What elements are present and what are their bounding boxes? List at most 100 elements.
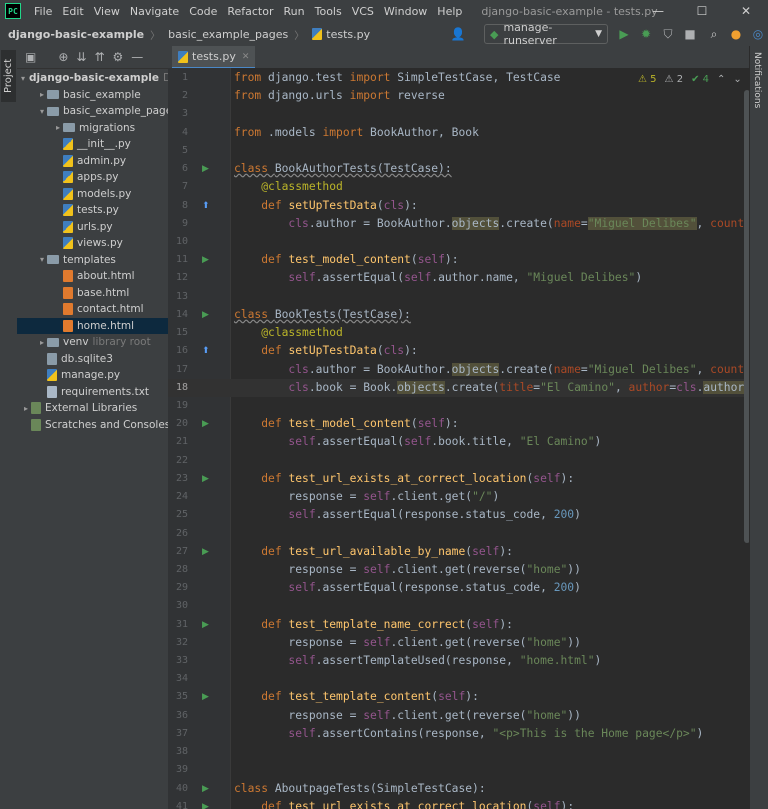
code-line[interactable]: 23 ▶ def test_url_exists_at_correct_locat… [168,470,748,488]
menu-run[interactable]: Run [279,5,310,18]
code-line[interactable]: 15 @classmethod [168,324,748,342]
code-line[interactable]: 32 response = self.client.get(reverse("h… [168,634,748,652]
user-icon[interactable]: 👤 [450,26,466,42]
maximize-window-icon[interactable]: ☐ [680,0,724,22]
tree-item[interactable]: views.py [17,235,168,251]
code-editor[interactable]: 1 from django.test import SimpleTestCase,… [168,68,750,809]
breadcrumb-folder[interactable]: basic_example_pages [160,28,288,41]
chevron-down-icon[interactable]: ▾ [37,255,47,264]
override-icon[interactable]: ⬆ [202,342,210,360]
menu-help[interactable]: Help [432,5,467,18]
code-line[interactable]: 3 [168,105,748,123]
tree-item[interactable]: base.html [17,285,168,301]
code-line[interactable]: 9 cls.author = BookAuthor.objects.create… [168,215,750,233]
code-line[interactable]: 35 ▶ def test_template_content(self): [168,688,748,706]
run-test-icon[interactable]: ▶ [202,780,209,798]
chevron-right-icon[interactable]: ▸ [37,338,47,347]
code-line[interactable]: 12 self.assertEqual(self.author.name, "M… [168,269,748,287]
project-tool-tab[interactable]: Project [1,50,16,102]
code-line[interactable]: 10 [168,233,748,251]
tree-item[interactable]: admin.py [17,153,168,169]
code-line[interactable]: 18 cls.book = Book.objects.create(title=… [168,378,750,397]
tree-item[interactable]: Scratches and Consoles [17,417,168,433]
chevron-down-icon[interactable]: ▾ [21,74,25,83]
chevron-up-icon[interactable]: ⌃ [717,74,725,85]
debug-icon[interactable]: ✹ [638,26,654,42]
run-test-icon[interactable]: ▶ [202,470,209,488]
code-line[interactable]: 14 ▶ class BookTests(TestCase): [168,306,748,324]
run-test-icon[interactable]: ▶ [202,160,209,178]
code-line[interactable]: 19 [168,397,748,415]
minimize-window-icon[interactable]: — [636,0,680,22]
code-line[interactable]: 27 ▶ def test_url_available_by_name(self)… [168,543,748,561]
code-line[interactable]: 40 ▶ class AboutpageTests(SimpleTestCase): [168,780,748,798]
menu-code[interactable]: Code [184,5,222,18]
run-test-icon[interactable]: ▶ [202,306,209,324]
run-test-icon[interactable]: ▶ [202,798,209,809]
expand-all-icon[interactable]: ⇊ [76,50,86,64]
code-line[interactable]: 11 ▶ def test_model_content(self): [168,251,748,269]
tree-item[interactable]: requirements.txt [17,384,168,400]
code-line[interactable]: 39 [168,761,748,779]
inspection-widget[interactable]: ⚠ 5 ⚠ 2 ✔ 4 ⌃ ⌄ [638,74,742,85]
search-icon[interactable]: ⌕ [706,26,722,42]
code-line[interactable]: 20 ▶ def test_model_content(self): [168,415,748,433]
tree-item[interactable]: ▸ basic_example [17,87,168,103]
code-line[interactable]: 7 @classmethod [168,178,748,196]
run-test-icon[interactable]: ▶ [202,251,209,269]
code-line[interactable]: 33 self.assertTemplateUsed(response, "ho… [168,652,748,670]
menu-navigate[interactable]: Navigate [125,5,184,18]
tree-item[interactable]: __init__.py [17,136,168,152]
tree-item[interactable]: contact.html [17,301,168,317]
code-line[interactable]: 25 self.assertEqual(response.status_code… [168,506,748,524]
close-icon[interactable]: ✕ [242,52,250,62]
tree-item[interactable]: ▾ basic_example_pages [17,103,168,119]
tree-item[interactable]: tests.py [17,202,168,218]
coverage-icon[interactable]: ⛉ [660,26,676,42]
tree-item[interactable]: about.html [17,268,168,284]
menu-tools[interactable]: Tools [310,5,347,18]
tree-item[interactable]: apps.py [17,169,168,185]
menu-refactor[interactable]: Refactor [222,5,278,18]
code-line[interactable]: 31 ▶ def test_template_name_correct(self)… [168,616,748,634]
chevron-down-icon[interactable]: ▾ [37,107,47,116]
chevron-down-icon[interactable]: ⌄ [733,74,741,85]
collapse-all-icon[interactable]: ⇈ [94,50,104,64]
code-line[interactable]: 6 ▶ class BookAuthorTests(TestCase): [168,160,748,178]
notifications-tool-tab[interactable]: Notifications [752,52,762,108]
code-line[interactable]: 41 ▶ def test_url_exists_at_correct_locat… [168,798,748,809]
project-view-icon[interactable]: ▣ [25,50,36,64]
run-config-select[interactable]: ◆ manage-runserver ▼ [484,21,608,47]
chevron-right-icon[interactable]: ▸ [21,404,31,413]
code-line[interactable]: 16 ⬆ def setUpTestData(cls): [168,342,748,360]
chevron-right-icon[interactable]: ▸ [53,123,63,132]
locate-icon[interactable]: ⊕ [58,50,68,64]
code-line[interactable]: 38 [168,743,748,761]
code-line[interactable]: 5 [168,142,748,160]
code-line[interactable]: 2 from django.urls import reverse [168,87,748,105]
tree-item[interactable]: urls.py [17,219,168,235]
code-line[interactable]: 30 [168,597,748,615]
tree-item[interactable]: models.py [17,186,168,202]
code-line[interactable]: 13 [168,288,748,306]
code-line[interactable]: 24 response = self.client.get("/") [168,488,748,506]
run-test-icon[interactable]: ▶ [202,543,209,561]
code-line[interactable]: 22 [168,452,748,470]
code-line[interactable]: 26 [168,525,748,543]
code-line[interactable]: 17 cls.author = BookAuthor.objects.creat… [168,361,750,379]
stop-icon[interactable]: ■ [682,26,698,42]
chevron-right-icon[interactable]: ▸ [37,90,47,99]
code-line[interactable]: 8 ⬆ def setUpTestData(cls): [168,197,748,215]
gear-icon[interactable]: ⚙ [113,50,124,64]
run-test-icon[interactable]: ▶ [202,688,209,706]
code-line[interactable]: 29 self.assertEqual(response.status_code… [168,579,748,597]
run-test-icon[interactable]: ▶ [202,616,209,634]
run-icon[interactable]: ▶ [616,26,632,42]
minimize-icon[interactable]: — [131,50,143,64]
tree-item[interactable]: ▸ migrations [17,120,168,136]
code-line[interactable]: 21 self.assertEqual(self.book.title, "El… [168,433,748,451]
ide-features-icon[interactable]: ◎ [750,26,766,42]
tree-item[interactable]: db.sqlite3 [17,351,168,367]
tree-item[interactable]: ▸ External Libraries [17,400,168,416]
code-line[interactable]: 4 from .models import BookAuthor, Book [168,124,748,142]
